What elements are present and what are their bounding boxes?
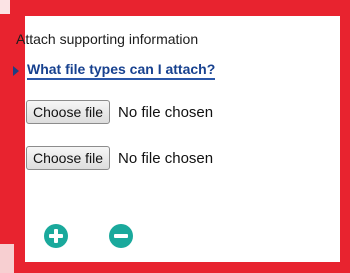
file-status-text: No file chosen [118, 149, 214, 167]
frame-corner-shade [0, 0, 10, 14]
choose-file-button[interactable]: Choose file [26, 100, 111, 124]
file-input-row: Choose file No file chosen [26, 146, 213, 170]
expand-triangle-icon [13, 65, 19, 76]
add-file-button[interactable] [44, 224, 68, 248]
choose-file-button[interactable]: Choose file [26, 146, 111, 170]
attachment-panel [25, 16, 340, 262]
file-types-help-link[interactable]: What file types can I attach? [13, 61, 216, 80]
file-input-row: Choose file No file chosen [26, 100, 213, 124]
help-link-label: What file types can I attach? [27, 61, 216, 80]
remove-file-button[interactable] [109, 224, 133, 248]
frame-corner-shade [0, 244, 14, 273]
file-status-text: No file chosen [118, 103, 214, 121]
section-heading: Attach supporting information [16, 31, 199, 47]
